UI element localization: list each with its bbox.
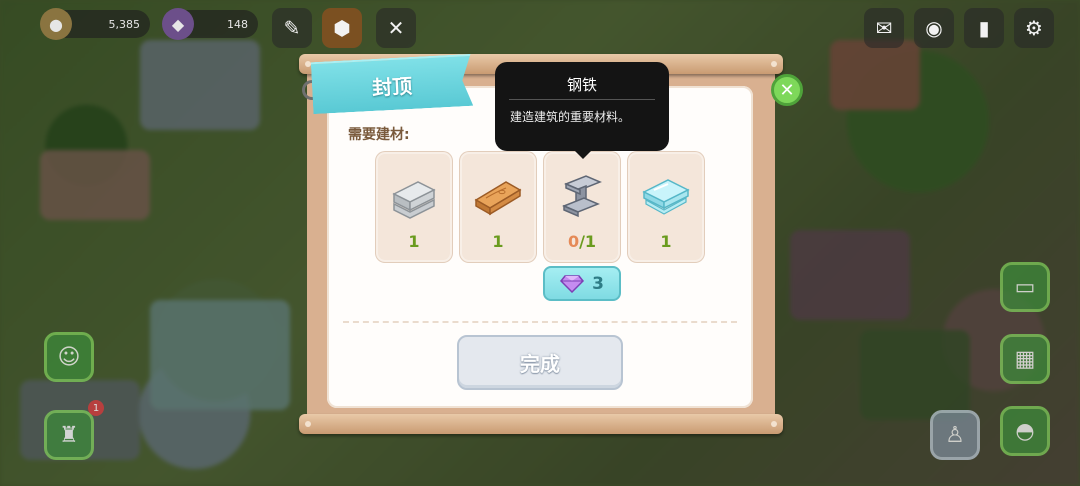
materials-needed-label: 需要建材: <box>348 127 410 143</box>
divider <box>343 321 737 323</box>
glass-pane-icon <box>642 179 690 215</box>
close-button[interactable]: ✕ <box>771 74 803 106</box>
concrete-slab-icon <box>392 181 436 219</box>
scroll-rod-bottom <box>299 414 783 434</box>
notification-badge: 1 <box>88 400 104 416</box>
material-slot-wood[interactable]: 1 <box>460 152 536 262</box>
gem-amount: 148 <box>227 17 248 31</box>
material-qty: 1 <box>408 232 420 251</box>
coin-icon: ● <box>40 8 72 40</box>
settings-gear-icon[interactable]: ⚙ <box>1014 8 1054 48</box>
coin-counter[interactable]: ● 5,385 <box>40 8 150 40</box>
side-button-character[interactable]: ☺ <box>44 332 94 382</box>
side-button-helmet[interactable]: ◓ <box>1000 406 1050 456</box>
material-slot-steel[interactable]: 0/1 <box>544 152 620 262</box>
close-icon: ✕ <box>779 79 795 101</box>
camera-icon[interactable]: ◉ <box>914 8 954 48</box>
wood-plank-icon <box>474 181 522 216</box>
gem-icon: ◆ <box>162 8 194 40</box>
notebook-icon[interactable]: ✎ <box>272 8 312 48</box>
material-slot-glass[interactable]: 1 <box>628 152 704 262</box>
tooltip-divider <box>509 99 655 100</box>
side-button-build[interactable]: ▦ <box>1000 334 1050 384</box>
material-required: 1 <box>584 232 597 251</box>
side-button-truck[interactable]: ▭ <box>1000 262 1050 312</box>
side-button-bottle[interactable]: ♙ <box>930 410 980 460</box>
material-qty: 1 <box>660 232 672 251</box>
material-slot-concrete[interactable]: 1 <box>376 152 452 262</box>
steel-beam-icon <box>562 175 602 218</box>
complete-button[interactable]: 完成 <box>457 335 623 390</box>
material-qty: 1 <box>492 232 504 251</box>
gem-counter[interactable]: ◆ 148 <box>162 8 258 40</box>
mail-icon[interactable]: ✉ <box>864 8 904 48</box>
material-tooltip: 钢铁 建造建筑的重要材料。 <box>495 62 669 159</box>
gem-buy-button[interactable]: 3 <box>543 266 621 301</box>
material-have: 0 <box>567 232 580 251</box>
coin-amount: 5,385 <box>108 17 141 31</box>
side-button-quest[interactable]: ♜ <box>44 410 94 460</box>
diamond-icon <box>560 274 585 293</box>
gem-cost: 3 <box>592 273 604 294</box>
material-qty-fraction: 0/1 <box>567 232 597 251</box>
tooltip-description: 建造建筑的重要材料。 <box>510 110 631 124</box>
tools-icon[interactable]: ✕ <box>376 8 416 48</box>
stats-icon[interactable]: ▮ <box>964 8 1004 48</box>
panel-title: 封顶 <box>311 54 474 114</box>
shield-icon[interactable]: ⬢ <box>322 8 362 48</box>
tooltip-title: 钢铁 <box>566 76 597 94</box>
